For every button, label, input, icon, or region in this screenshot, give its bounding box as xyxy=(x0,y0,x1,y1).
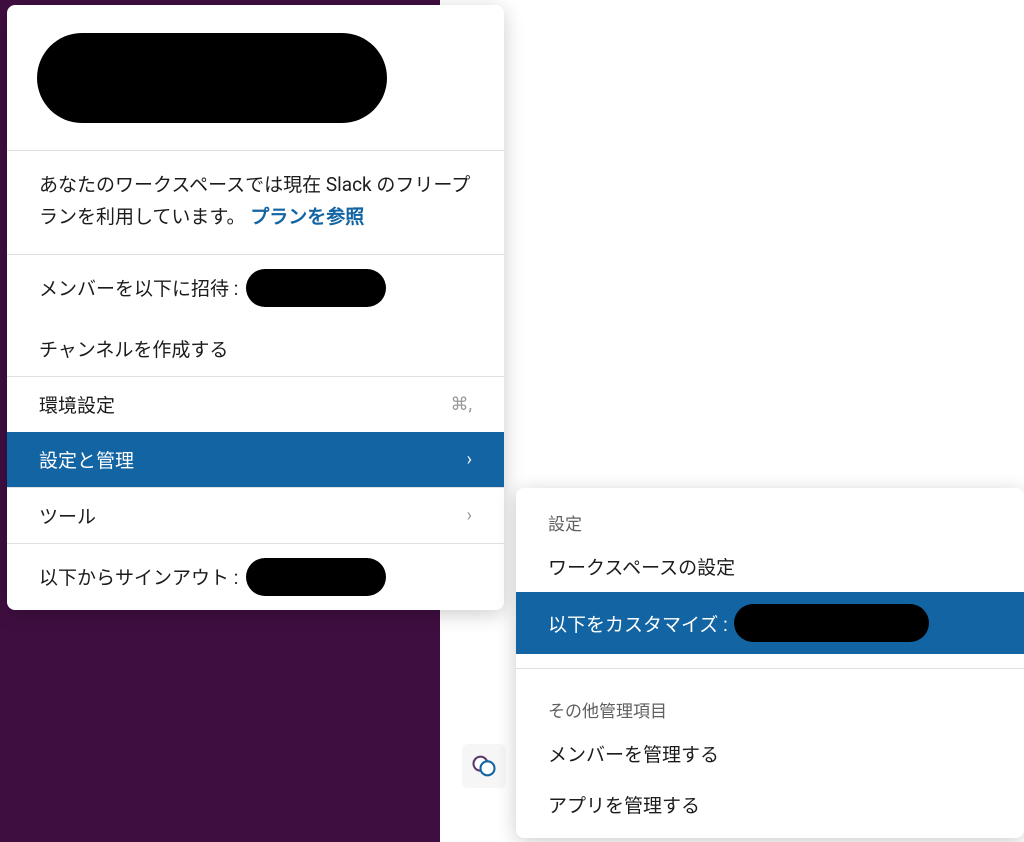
workspace-header xyxy=(7,5,504,150)
submenu-section-settings-header: 設定 xyxy=(516,496,1024,541)
redacted-sign-out-target xyxy=(246,558,386,596)
create-channel-label: チャンネルを作成する xyxy=(39,335,228,362)
manage-members-item[interactable]: メンバーを管理する xyxy=(516,728,1024,779)
redacted-workspace-target xyxy=(246,269,386,307)
plan-info: あなたのワークスペースでは現在 Slack のフリープランを利用しています。 プ… xyxy=(7,151,504,254)
workspace-menu: あなたのワークスペースでは現在 Slack のフリープランを利用しています。 プ… xyxy=(7,5,504,610)
manage-members-label: メンバーを管理する xyxy=(548,740,719,767)
invite-members-item[interactable]: メンバーを以下に招待 : xyxy=(7,255,504,321)
chat-bubble-button[interactable] xyxy=(462,744,506,788)
manage-apps-item[interactable]: アプリを管理する xyxy=(516,779,1024,830)
submenu-section-admin-header: その他管理項目 xyxy=(516,683,1024,728)
customize-item[interactable]: 以下をカスタマイズ : xyxy=(516,592,1024,654)
create-channel-item[interactable]: チャンネルを作成する xyxy=(7,321,504,376)
settings-admin-label: 設定と管理 xyxy=(39,446,134,473)
redacted-customize-target xyxy=(734,604,929,642)
sign-out-item[interactable]: 以下からサインアウト : xyxy=(7,544,504,610)
preferences-label: 環境設定 xyxy=(39,391,115,418)
workspace-settings-item[interactable]: ワークスペースの設定 xyxy=(516,541,1024,592)
settings-admin-item[interactable]: 設定と管理 › xyxy=(7,432,504,487)
customize-label: 以下をカスタマイズ : xyxy=(548,610,728,637)
settings-admin-submenu: 設定 ワークスペースの設定 以下をカスタマイズ : その他管理項目 メンバーを管… xyxy=(516,488,1024,838)
chevron-right-icon: › xyxy=(467,505,472,526)
sign-out-label: 以下からサインアウト : xyxy=(39,563,238,590)
tools-item[interactable]: ツール › xyxy=(7,488,504,543)
preferences-item[interactable]: 環境設定 ⌘, xyxy=(7,377,504,432)
chevron-right-icon: › xyxy=(467,449,472,470)
manage-apps-label: アプリを管理する xyxy=(548,791,700,818)
divider xyxy=(516,668,1024,669)
redacted-workspace-name xyxy=(37,33,387,123)
preferences-shortcut: ⌘, xyxy=(450,394,472,415)
plan-link[interactable]: プランを参照 xyxy=(250,205,364,228)
workspace-settings-label: ワークスペースの設定 xyxy=(548,553,735,580)
invite-label: メンバーを以下に招待 : xyxy=(39,274,238,301)
tools-label: ツール xyxy=(39,502,96,529)
chat-bubble-icon xyxy=(470,752,498,780)
